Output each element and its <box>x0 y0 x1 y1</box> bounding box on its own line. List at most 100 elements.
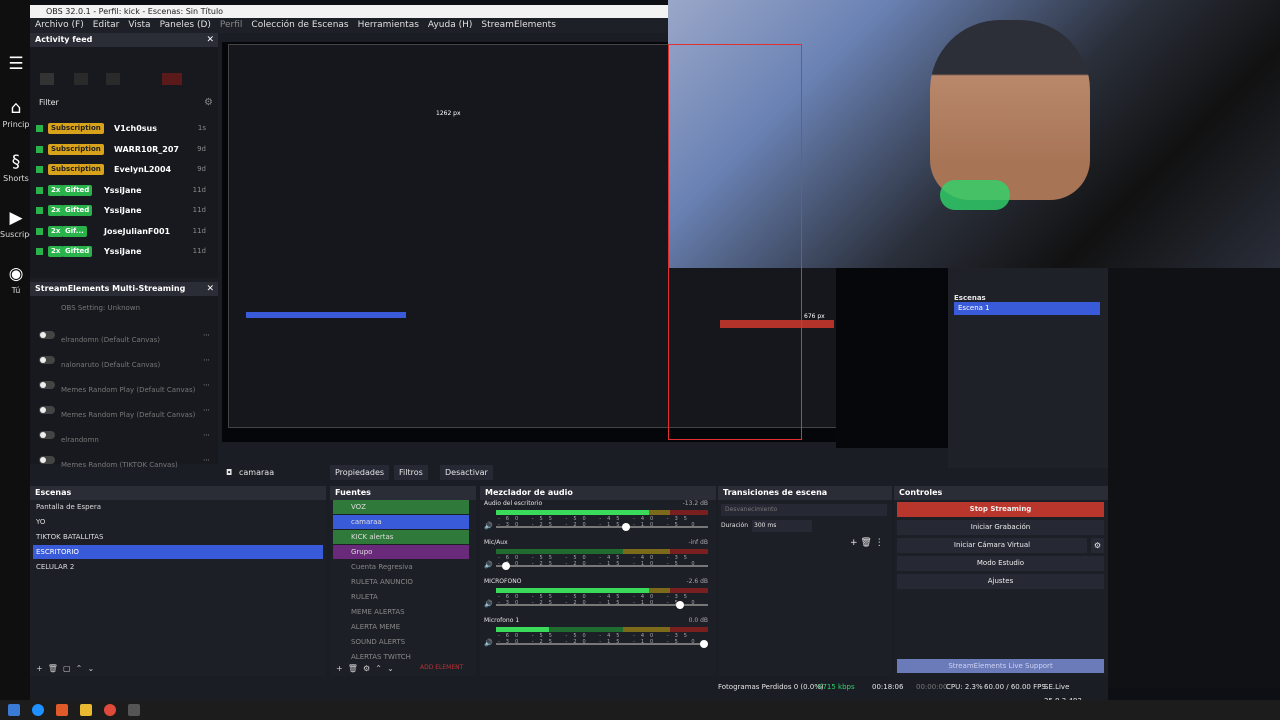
camera-icon: ◘ <box>226 468 233 477</box>
gear-icon[interactable]: ⚙ <box>204 97 213 108</box>
feed-time: 11d <box>192 206 206 214</box>
menu-editar[interactable]: Editar <box>93 20 120 30</box>
nav-shorts[interactable]: § Shorts <box>0 152 32 183</box>
studio-mode-button[interactable]: Modo Estudio <box>897 556 1104 571</box>
deactivate-button[interactable]: Desactivar <box>440 465 493 480</box>
source-item[interactable]: ALERTA MEME <box>333 620 469 634</box>
list-item: elrandomn (Default Canvas) ⋯ <box>36 323 214 347</box>
speaker-icon[interactable]: 🔊 <box>484 600 493 608</box>
gear-icon[interactable]: ⚙ <box>1091 538 1104 553</box>
speaker-icon[interactable]: 🔊 <box>484 561 493 569</box>
scene-item[interactable]: CELULAR 2 <box>33 560 323 574</box>
virtual-camera-button[interactable]: Iniciar Cámara Virtual <box>897 538 1087 553</box>
more-icon[interactable]: ⋯ <box>203 456 210 464</box>
scene-controls[interactable]: + 🗑 ▢ ⌃ ⌄ <box>36 664 94 673</box>
start-icon[interactable] <box>8 704 20 716</box>
volume-knob[interactable] <box>675 601 684 609</box>
filters-button[interactable]: Filtros <box>394 465 428 480</box>
volume-knob[interactable] <box>502 562 511 570</box>
more-icon[interactable]: ⋯ <box>203 431 210 439</box>
transition-select[interactable]: Desvanecimiento <box>721 504 887 516</box>
nav-you[interactable]: ◉ Tú <box>0 264 32 295</box>
menu-icon[interactable]: ☰ <box>0 54 32 76</box>
volume-knob[interactable] <box>622 523 631 531</box>
scene-item[interactable]: YO <box>33 515 323 529</box>
duration-input[interactable]: 300 ms <box>752 520 812 532</box>
clear-button[interactable] <box>162 73 182 85</box>
volume-slider[interactable] <box>496 562 708 570</box>
volume-slider[interactable] <box>496 640 708 648</box>
more-icon[interactable]: ⋯ <box>203 406 210 414</box>
scene-item[interactable]: Pantalla de Espera <box>33 500 323 514</box>
volume-slider[interactable] <box>496 601 708 609</box>
stop-streaming-button[interactable]: Stop Streaming <box>897 502 1104 517</box>
list-item: elrandomn ⋯ <box>36 423 214 447</box>
add-element-button[interactable]: ADD ELEMENT <box>420 664 463 671</box>
source-item[interactable]: KICK alertas <box>333 530 469 544</box>
skip-button[interactable] <box>106 73 120 85</box>
nav-home[interactable]: ⌂ Princip <box>0 98 32 129</box>
source-controls[interactable]: + 🗑 ⚙ ⌃ ⌄ <box>336 664 394 673</box>
list-item[interactable]: Subscription V1ch0sus 1s <box>34 120 214 138</box>
close-icon[interactable]: ✕ <box>206 282 214 296</box>
toggle-switch[interactable] <box>39 331 55 339</box>
volume-slider[interactable] <box>496 523 708 531</box>
menu-perfil[interactable]: Perfil <box>220 20 243 30</box>
source-item[interactable]: camaraa <box>333 515 469 529</box>
nav-subscriptions[interactable]: ▶ Suscripcion <box>0 208 46 239</box>
pause-button[interactable] <box>40 73 54 85</box>
brave-icon[interactable] <box>56 704 68 716</box>
properties-button[interactable]: Propiedades <box>330 465 390 480</box>
more-icon[interactable]: ⋯ <box>203 356 210 364</box>
menu-archivo[interactable]: Archivo (F) <box>35 20 84 30</box>
list-item[interactable]: 2x Gif... JoseJulianF001 11d <box>34 223 214 241</box>
toggle-switch[interactable] <box>39 406 55 414</box>
add-transition-button[interactable]: + 🗑 ⋮ <box>850 538 884 548</box>
list-item[interactable]: Subscription EvelynL2004 9d <box>34 161 214 179</box>
source-item[interactable]: Cuenta Regresiva <box>333 560 469 574</box>
list-item[interactable]: 2x Gifted YssiJane 11d <box>34 202 214 220</box>
source-item[interactable]: VOZ <box>333 500 469 514</box>
menu-herramientas[interactable]: Herramientas <box>358 20 419 30</box>
feed-name: JoseJulianF001 <box>104 226 171 236</box>
audio-channel: MICROFONO -2.6 dB -60 -55 -50 -45 -40 -35 … <box>484 578 712 614</box>
source-item[interactable]: RULETA <box>333 590 469 604</box>
start-recording-button[interactable]: Iniciar Grabación <box>897 520 1104 535</box>
list-item[interactable]: Subscription WARR10R_207 9d <box>34 141 214 159</box>
source-item[interactable]: Grupo <box>333 545 469 559</box>
list-item[interactable]: 2x Gifted YssiJane 11d <box>34 243 214 261</box>
chrome-icon[interactable] <box>104 704 116 716</box>
channel-db: -inf dB <box>688 539 708 546</box>
toggle-switch[interactable] <box>39 456 55 464</box>
scene-item[interactable]: ESCRITORIO <box>33 545 323 559</box>
close-icon[interactable]: ✕ <box>206 33 214 47</box>
scene-item[interactable]: Escena 1 <box>954 302 1100 315</box>
list-item[interactable]: 2x Gifted YssiJane 11d <box>34 182 214 200</box>
source-item[interactable]: RULETA ANUNCIO <box>333 575 469 589</box>
menu-coleccion[interactable]: Colección de Escenas <box>251 20 348 30</box>
folder-icon[interactable] <box>80 704 92 716</box>
toggle-switch[interactable] <box>39 431 55 439</box>
menu-paneles[interactable]: Paneles (D) <box>160 20 211 30</box>
speaker-icon[interactable]: 🔊 <box>484 639 493 647</box>
obs-icon[interactable] <box>128 704 140 716</box>
menu-ayuda[interactable]: Ayuda (H) <box>428 20 472 30</box>
source-item[interactable]: ALERTAS TWITCH <box>333 650 469 664</box>
support-button[interactable]: StreamElements Live Support <box>897 659 1104 673</box>
filter-label[interactable]: Filter <box>39 98 59 107</box>
more-icon[interactable]: ⋯ <box>203 331 210 339</box>
edge-icon[interactable] <box>32 704 44 716</box>
source-item[interactable]: MEME ALERTAS <box>333 605 469 619</box>
mute-button[interactable] <box>74 73 88 85</box>
toggle-switch[interactable] <box>39 381 55 389</box>
volume-knob[interactable] <box>700 640 708 648</box>
menu-vista[interactable]: Vista <box>128 20 150 30</box>
speaker-icon[interactable]: 🔊 <box>484 522 493 530</box>
source-item[interactable]: SOUND ALERTS <box>333 635 469 649</box>
settings-button[interactable]: Ajustes <box>897 574 1104 589</box>
menu-streamelements[interactable]: StreamElements <box>481 20 556 30</box>
more-icon[interactable]: ⋯ <box>203 381 210 389</box>
scene-item[interactable]: TIKTOK BATALLITAS <box>33 530 323 544</box>
toggle-switch[interactable] <box>39 356 55 364</box>
feed-time: 11d <box>192 247 206 255</box>
